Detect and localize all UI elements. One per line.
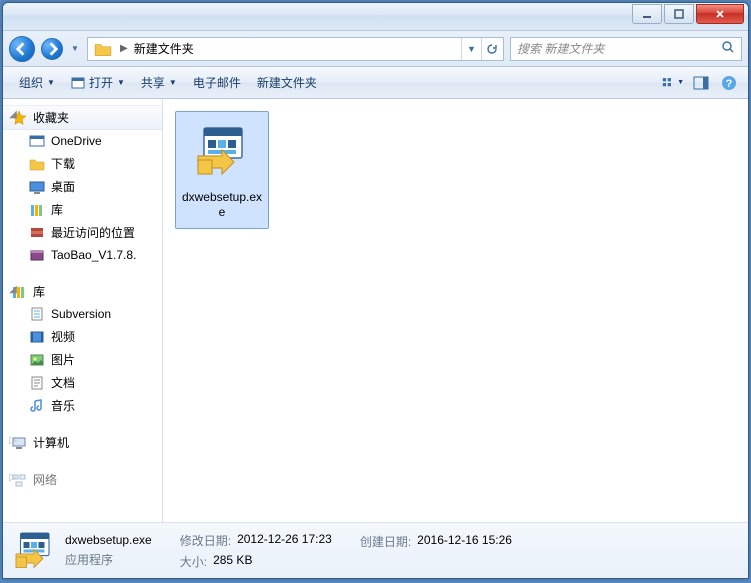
documents-icon [29, 375, 45, 391]
address-bar: ▼ ▶ 新建文件夹 ▼ 搜索 新建文件夹 [3, 31, 748, 67]
breadcrumb-bar[interactable]: ▶ 新建文件夹 ▼ [87, 37, 504, 61]
help-button[interactable]: ? [718, 72, 740, 94]
details-created-value: 2016-12-16 15:26 [417, 533, 512, 550]
recent-icon [29, 225, 45, 241]
library-icon [29, 202, 45, 218]
installer-icon [194, 124, 250, 180]
share-menu[interactable]: 共享▼ [133, 67, 185, 98]
minimize-button[interactable] [632, 4, 662, 24]
details-filetype: 应用程序 [65, 551, 152, 568]
breadcrumb-item[interactable]: 新建文件夹 [132, 40, 196, 57]
sidebar-item-onedrive[interactable]: OneDrive [3, 130, 162, 152]
details-filename: dxwebsetup.exe [65, 533, 152, 547]
details-pane: dxwebsetup.exe 应用程序 修改日期: 2012-12-26 17:2… [3, 522, 748, 578]
file-list[interactable]: dxwebsetup.exe [163, 99, 748, 522]
details-modified-value: 2012-12-26 17:23 [237, 532, 332, 549]
sidebar-item-videos[interactable]: 视频 [3, 325, 162, 348]
archive-icon [29, 247, 45, 263]
toolbar: 组织▼ 打开▼ 共享▼ 电子邮件 新建文件夹 ▼ ? [3, 67, 748, 99]
sidebar-item-pictures[interactable]: 图片 [3, 348, 162, 371]
folder-icon [29, 156, 45, 172]
nav-forward-button[interactable] [41, 38, 63, 60]
sidebar-item-taobao[interactable]: TaoBao_V1.7.8. [3, 244, 162, 266]
view-options-button[interactable]: ▼ [662, 72, 684, 94]
onedrive-icon [29, 133, 45, 149]
file-name: dxwebsetup.exe [180, 190, 264, 220]
details-size-label: 大小: [180, 553, 207, 570]
titlebar [3, 3, 748, 31]
sidebar-item-desktop[interactable]: 桌面 [3, 175, 162, 198]
new-folder-button[interactable]: 新建文件夹 [249, 67, 325, 98]
chevron-right-icon: ▶ [116, 43, 132, 54]
svg-text:?: ? [726, 78, 733, 90]
folder-icon [94, 40, 112, 58]
sidebar-item-subversion[interactable]: Subversion [3, 303, 162, 325]
details-size-value: 285 KB [213, 553, 252, 570]
search-placeholder: 搜索 新建文件夹 [517, 40, 604, 57]
sidebar-favorites-header[interactable]: 收藏夹 [3, 105, 162, 130]
document-icon [29, 306, 45, 322]
search-icon [721, 40, 735, 57]
details-modified-label: 修改日期: [180, 532, 231, 549]
desktop-icon [29, 179, 45, 195]
maximize-button[interactable] [664, 4, 694, 24]
body: ◢ 收藏夹 OneDrive 下载 桌面 库 最近访问的位置 TaoBao_V1… [3, 99, 748, 522]
pictures-icon [29, 352, 45, 368]
email-button[interactable]: 电子邮件 [185, 67, 249, 98]
nav-history-dropdown[interactable]: ▼ [69, 43, 81, 55]
sidebar-item-recent[interactable]: 最近访问的位置 [3, 221, 162, 244]
sidebar-item-music[interactable]: 音乐 [3, 394, 162, 417]
file-item-selected[interactable]: dxwebsetup.exe [175, 111, 269, 229]
organize-menu[interactable]: 组织▼ [11, 67, 63, 98]
sidebar-computer-header[interactable]: 计算机 [3, 431, 162, 454]
sidebar-item-downloads[interactable]: 下载 [3, 152, 162, 175]
sidebar-network-header[interactable]: 网络 [3, 468, 162, 491]
refresh-button[interactable] [481, 38, 501, 60]
sidebar-item-libraries-fav[interactable]: 库 [3, 198, 162, 221]
window-controls [632, 4, 744, 24]
close-button[interactable] [696, 4, 744, 24]
preview-pane-button[interactable] [690, 72, 712, 94]
explorer-window: ▼ ▶ 新建文件夹 ▼ 搜索 新建文件夹 组织▼ 打开▼ 共享▼ 电子邮件 新建… [2, 2, 749, 579]
music-icon [29, 398, 45, 414]
search-input[interactable]: 搜索 新建文件夹 [510, 37, 742, 61]
open-menu[interactable]: 打开▼ [63, 67, 133, 98]
installer-icon [13, 530, 55, 572]
network-icon [11, 472, 27, 488]
nav-back-button[interactable] [9, 36, 35, 62]
navigation-pane: ◢ 收藏夹 OneDrive 下载 桌面 库 最近访问的位置 TaoBao_V1… [3, 99, 163, 522]
sidebar-libraries-header[interactable]: 库 [3, 280, 162, 303]
video-icon [29, 329, 45, 345]
details-created-label: 创建日期: [360, 533, 411, 550]
breadcrumb-dropdown[interactable]: ▼ [461, 38, 481, 60]
sidebar-item-documents[interactable]: 文档 [3, 371, 162, 394]
